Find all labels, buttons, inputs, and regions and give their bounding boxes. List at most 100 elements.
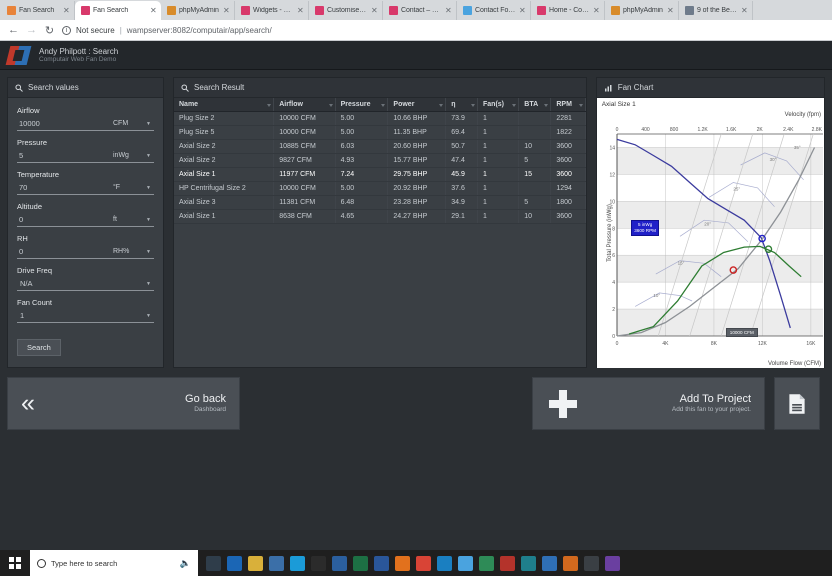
cell-rpm: 2281 [550,111,586,126]
browser-tab-4[interactable]: Customise Fan✕ [309,1,383,20]
add-to-project-button[interactable]: Add To Project Add this fan to your proj… [532,377,765,430]
url-text: wampserver:8082/computair/app/search/ [126,25,272,35]
go-back-button[interactable]: « Go back Dashboard [7,377,240,430]
browser-tab-1[interactable]: Fan Search ✕ [75,1,161,20]
app-dark-icon[interactable] [584,555,599,571]
unit-select-2[interactable]: °F ▼ [110,181,154,195]
unit-select-3[interactable]: ft ▼ [110,213,154,227]
folder-icon[interactable] [269,555,284,571]
column-header-0[interactable]: Name [174,98,275,112]
close-icon[interactable]: ✕ [371,6,378,15]
table-row[interactable]: Axial Size 1 8638 CFM 4.65 24.27 BHP 29.1 1 10… [174,209,586,224]
select-5[interactable]: N/A ▼ [17,277,154,291]
fan-chart-title: Fan Chart [617,83,654,92]
cell-η: 47.4 [445,153,479,168]
skype-icon[interactable] [290,555,305,571]
address-bar[interactable]: i Not secure | wampserver:8082/computair… [62,23,824,38]
table-row[interactable]: Plug Size 5 10000 CFM 5.00 11.35 BHP 69.4 1 18… [174,125,586,140]
app-blue-icon[interactable] [542,555,557,571]
search-button[interactable]: Search [17,339,61,356]
outlook-icon[interactable] [227,555,242,571]
reload-button[interactable]: ↻ [44,24,55,37]
task-view-icon[interactable] [206,555,221,571]
forward-button[interactable]: → [26,24,37,36]
browser-tab-0[interactable]: Fan Search ✕ [1,1,75,20]
photoshop-icon[interactable] [332,555,347,571]
close-icon[interactable]: ✕ [150,6,157,15]
browser-tab-9[interactable]: 9 of the Best F…✕ [679,1,753,20]
browser2-icon[interactable] [458,555,473,571]
input-1[interactable] [17,149,110,163]
column-header-3[interactable]: Power [387,98,447,112]
edge-icon[interactable] [437,555,452,571]
input-3[interactable] [17,213,110,227]
column-header-4[interactable]: η [445,98,479,112]
app-red-icon[interactable] [500,555,515,571]
unit-select-4[interactable]: RH% ▼ [110,245,154,259]
windows-start-icon[interactable] [0,557,30,569]
select-6[interactable]: 1 ▼ [17,309,154,323]
fan-chart-body[interactable]: Axial Size 1 Velocity (fpm) Volume Flow … [596,98,824,368]
svg-text:12: 12 [609,172,615,178]
browser-tab-7[interactable]: Home - Compu…✕ [531,1,605,20]
cell-rpm: 1800 [550,195,586,210]
results-table-wrap[interactable]: Name Airflow Pressure Power η Fan(s) BTA RPM Pl… [174,98,586,367]
app-orange-icon[interactable] [563,555,578,571]
tab-favicon-icon [611,6,620,15]
app-purple-icon[interactable] [605,555,620,571]
info-icon[interactable]: i [62,25,71,35]
cell-name: Axial Size 3 [174,195,275,210]
taskbar-search-input[interactable]: Type here to search 🔈 [30,550,198,576]
column-header-1[interactable]: Airflow [273,98,336,112]
svg-text:25°: 25° [733,187,740,192]
table-row[interactable]: Axial Size 3 11381 CFM 6.48 23.28 BHP 34.9 1 5… [174,195,586,210]
column-header-5[interactable]: Fan(s) [477,98,520,112]
column-header-2[interactable]: Pressure [335,98,389,112]
close-icon[interactable]: ✕ [741,6,748,15]
close-icon[interactable]: ✕ [297,6,304,15]
app-teal-icon[interactable] [521,555,536,571]
unit-select-1[interactable]: inWg ▼ [110,149,154,163]
chrome-icon[interactable] [416,555,431,571]
document-button[interactable] [774,377,820,430]
unit-label: inWg [113,152,129,159]
browser-tab-2[interactable]: phpMyAdmin ✕ [161,1,235,20]
table-row[interactable]: Plug Size 2 10000 CFM 5.00 10.66 BHP 73.9 1 22… [174,111,586,126]
column-header-6[interactable]: BTA [518,98,552,112]
svg-text:800: 800 [670,127,679,133]
column-header-7[interactable]: RPM [550,98,586,112]
browser-tab-3[interactable]: Widgets - Fan S…✕ [235,1,309,20]
input-0[interactable] [17,117,110,131]
close-icon[interactable]: ✕ [667,6,674,15]
input-2[interactable] [17,181,110,195]
table-row[interactable]: HP Centrifugal Size 2 10000 CFM 5.00 20.92 … [174,181,586,196]
explorer-icon[interactable] [248,555,263,571]
close-icon[interactable]: ✕ [223,6,230,15]
table-row[interactable]: Axial Size 2 9827 CFM 4.93 15.77 BHP 47.4 1 5 3… [174,153,586,168]
close-icon[interactable]: ✕ [63,6,70,15]
back-button[interactable]: ← [8,24,19,36]
app-green-icon[interactable] [479,555,494,571]
table-row[interactable]: Axial Size 2 10885 CFM 6.03 20.60 BHP 50.7 1 1… [174,139,586,154]
table-row[interactable]: Axial Size 1 11977 CFM 7.24 29.75 BHP 45.9 1 1… [174,167,586,182]
field-label: Drive Freq [17,266,53,275]
excel-icon[interactable] [353,555,368,571]
close-icon[interactable]: ✕ [593,6,600,15]
field-label: Fan Count [17,298,53,307]
svg-text:0: 0 [615,341,618,347]
word-icon[interactable] [374,555,389,571]
microphone-icon[interactable]: 🔈 [180,558,191,569]
close-icon[interactable]: ✕ [519,6,526,15]
firefox-icon[interactable] [395,555,410,571]
browser-tab-6[interactable]: Contact Form —✕ [457,1,531,20]
terminal-icon[interactable] [311,555,326,571]
browser-tab-5[interactable]: Contact – Fan …✕ [383,1,457,20]
cell-η: 50.7 [445,139,479,154]
cell-pressure: 5.00 [335,181,389,196]
unit-select-0[interactable]: CFM ▼ [110,117,154,131]
browser-tab-8[interactable]: phpMyAdmin ✕ [605,1,679,20]
svg-text:1.6K: 1.6K [726,127,737,133]
input-4[interactable] [17,245,110,259]
tab-favicon-icon [685,6,694,15]
close-icon[interactable]: ✕ [445,6,452,15]
